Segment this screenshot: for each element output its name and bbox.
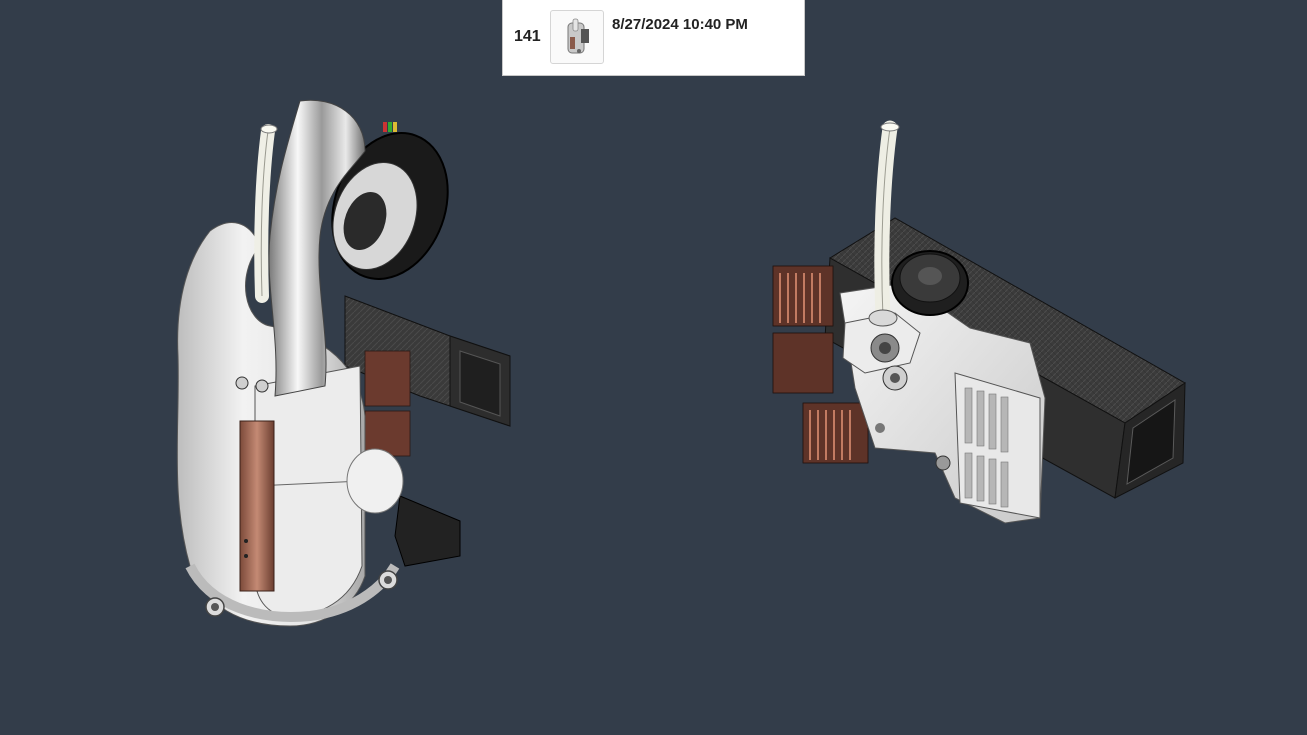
cad-viewport[interactable]: 141 8/27/2024 10:40 PM xyxy=(0,0,1307,735)
toolhead-assembly-rear-icon[interactable] xyxy=(765,118,1195,538)
version-number: 141 xyxy=(514,28,541,45)
version-card[interactable]: 141 8/27/2024 10:40 PM xyxy=(502,0,805,76)
toolhead-assembly-front-icon[interactable] xyxy=(150,96,530,636)
version-timestamp: 8/27/2024 10:40 PM xyxy=(612,16,748,33)
model-thumbnail-icon[interactable] xyxy=(550,10,604,64)
